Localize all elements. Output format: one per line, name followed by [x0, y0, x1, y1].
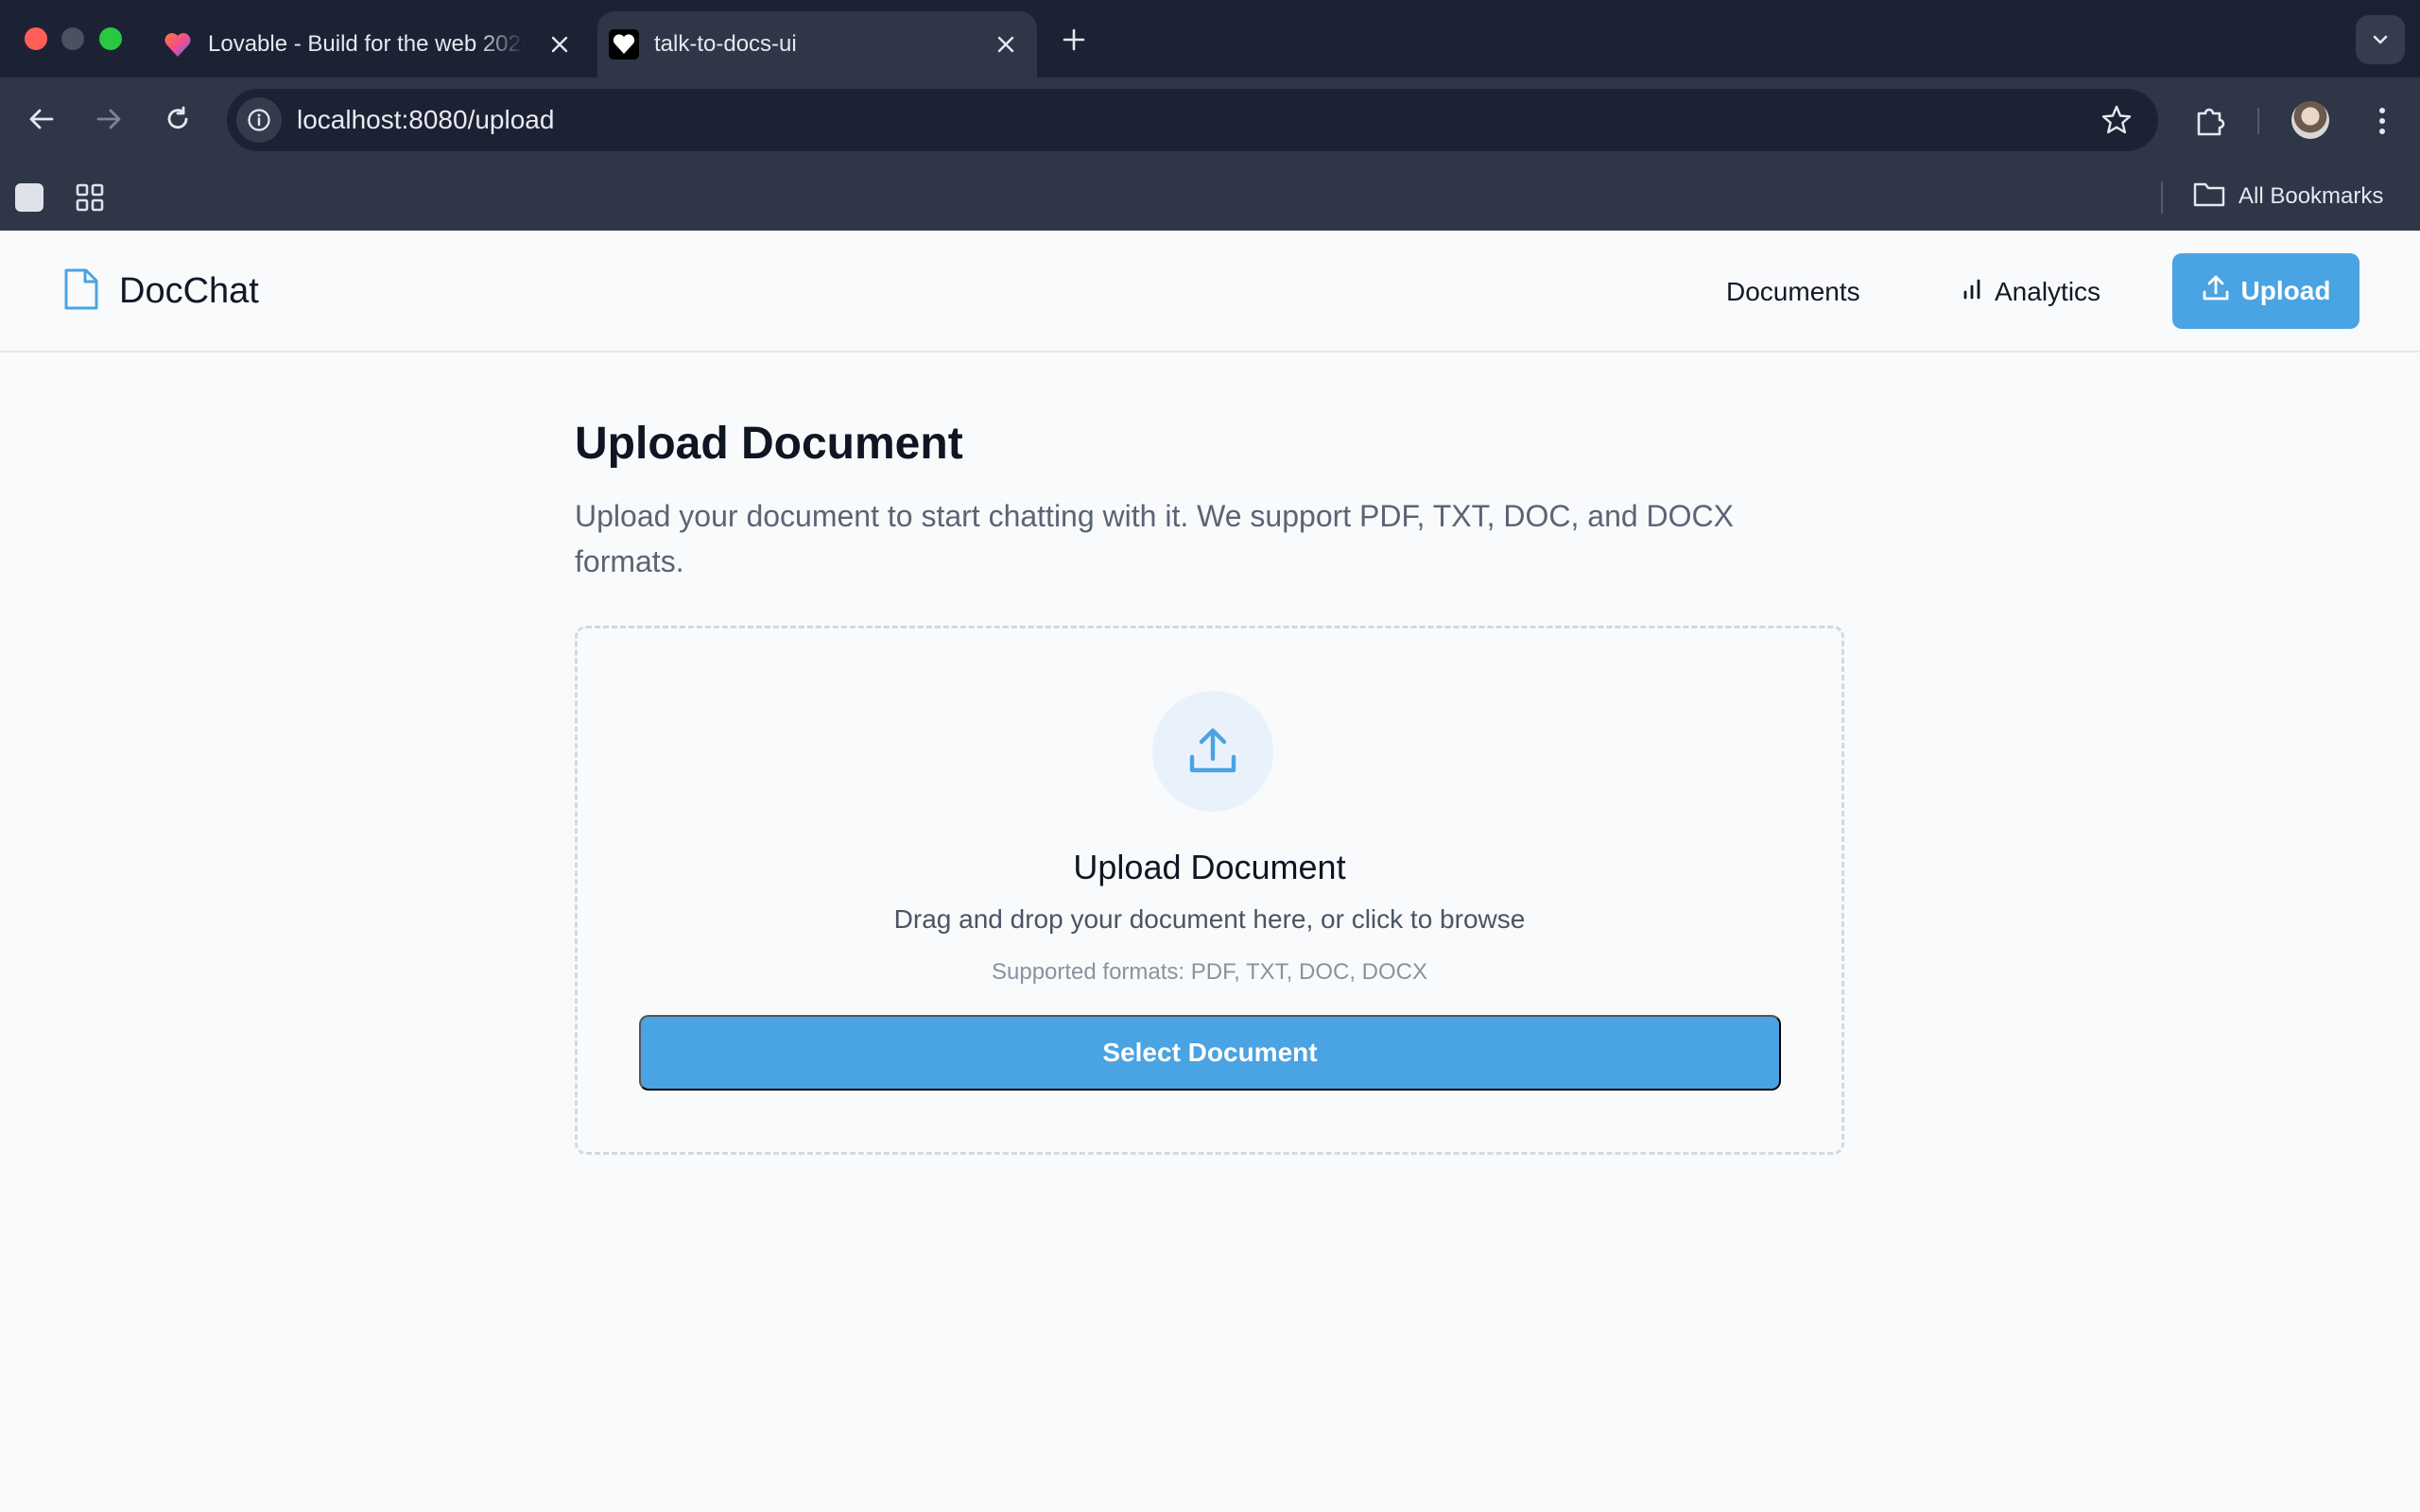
nav-documents[interactable]: Documents — [1726, 268, 1860, 316]
all-bookmarks-button[interactable]: All Bookmarks — [2193, 178, 2383, 215]
back-arrow-icon[interactable] — [21, 98, 62, 140]
dropzone-hint: Drag and drop your document here, or cli… — [893, 904, 1526, 934]
address-bar[interactable]: localhost:8080/upload — [227, 89, 2158, 151]
supported-formats-text: Supported formats: PDF, TXT, DOC, DOCX — [991, 959, 1428, 985]
file-dropzone[interactable]: Upload Document Drag and drop your docum… — [575, 626, 1844, 1155]
dropzone-title: Upload Document — [1073, 848, 1346, 886]
all-bookmarks-label: All Bookmarks — [2238, 183, 2384, 209]
url-text: localhost:8080/upload — [297, 105, 555, 134]
nav-analytics-label: Analytics — [1995, 277, 2101, 306]
window-minimize-button[interactable] — [61, 27, 84, 50]
tab-close-icon[interactable] — [992, 30, 1020, 59]
main-content: Upload Document Upload your document to … — [575, 416, 1845, 584]
site-info-icon[interactable] — [236, 97, 282, 143]
lovable-heart-icon — [163, 29, 193, 60]
nav-analytics[interactable]: Analytics — [1961, 268, 2100, 316]
tab-close-icon[interactable] — [545, 30, 574, 59]
app-header: DocChat Documents Analytics Upload — [0, 231, 2420, 352]
window-close-button[interactable] — [25, 27, 47, 50]
upload-icon — [2202, 274, 2230, 309]
nav-documents-label: Documents — [1726, 277, 1860, 306]
toolbar-divider — [2257, 108, 2259, 134]
bookmarks-bar: All Bookmarks — [0, 163, 2420, 231]
upload-icon — [1152, 691, 1273, 812]
browser-tab-lovable[interactable]: Lovable - Build for the web 2025 — [151, 11, 591, 77]
bar-chart-icon — [1961, 277, 1983, 307]
white-heart-icon — [609, 29, 639, 60]
brand-logo-link[interactable]: DocChat — [62, 231, 259, 352]
bookmark-star-icon[interactable] — [2100, 103, 2134, 137]
tab-search-chevron-icon[interactable] — [2356, 15, 2405, 64]
window-maximize-button[interactable] — [99, 27, 122, 50]
page-title: Upload Document — [575, 419, 963, 469]
upload-button-label: Upload — [2240, 276, 2331, 305]
brand-name: DocChat — [119, 271, 259, 311]
folder-icon — [2193, 180, 2225, 214]
select-document-button[interactable]: Select Document — [639, 1015, 1781, 1091]
extensions-puzzle-icon[interactable] — [2191, 102, 2229, 140]
browser-tab-strip: Lovable - Build for the web 2025 talk-to… — [0, 0, 2420, 77]
browser-tab-talk-to-docs[interactable]: talk-to-docs-ui — [597, 11, 1037, 77]
upload-button[interactable]: Upload — [2172, 253, 2360, 329]
profile-avatar[interactable] — [2291, 101, 2329, 139]
tab-title: talk-to-docs-ui — [654, 31, 797, 57]
bookmarks-divider — [2161, 181, 2163, 214]
browser-toolbar: localhost:8080/upload — [0, 77, 2420, 163]
apps-grid-icon[interactable] — [74, 181, 106, 214]
kebab-menu-icon[interactable] — [2363, 102, 2401, 140]
reload-icon[interactable] — [157, 98, 199, 140]
page-description: Upload your document to start chatting w… — [575, 499, 1734, 578]
forward-arrow-icon[interactable] — [88, 98, 130, 140]
new-tab-plus-icon[interactable] — [1059, 25, 1089, 55]
tab-title: Lovable - Build for the web 2025 — [208, 31, 525, 57]
tab-groups-icon[interactable] — [15, 183, 43, 212]
document-icon — [62, 267, 100, 316]
